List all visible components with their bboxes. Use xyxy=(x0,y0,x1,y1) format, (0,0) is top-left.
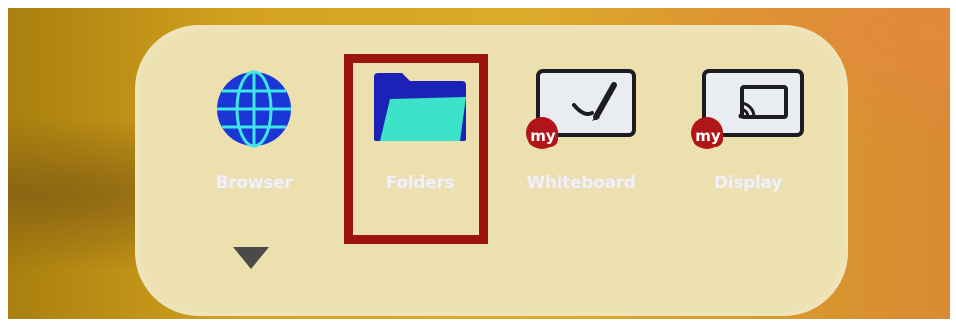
whiteboard-icon: my xyxy=(526,69,636,157)
screen-cast-icon: my xyxy=(690,69,806,157)
app-label-browser: Browser xyxy=(215,173,293,193)
app-label-display: Display xyxy=(714,173,782,193)
selection-highlight-box xyxy=(344,54,488,244)
app-launcher-dock: Browser Folders my Whiteboard my Display xyxy=(135,25,848,316)
app-browser[interactable]: Browser xyxy=(179,25,329,225)
whiteboard-badge: my xyxy=(530,127,556,145)
globe-icon xyxy=(214,69,294,153)
app-display[interactable]: my Display xyxy=(673,25,823,225)
display-badge: my xyxy=(695,127,721,145)
screen-background: Browser Folders my Whiteboard my Display xyxy=(8,8,950,319)
chevron-down-icon[interactable] xyxy=(233,247,269,269)
app-label-whiteboard: Whiteboard xyxy=(526,173,636,193)
app-whiteboard[interactable]: my Whiteboard xyxy=(506,25,656,225)
